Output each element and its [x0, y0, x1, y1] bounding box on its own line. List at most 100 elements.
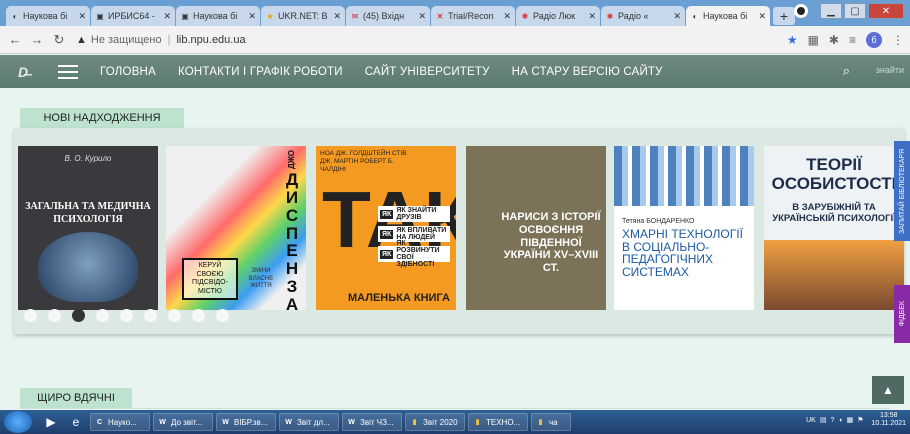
brain-image: [38, 232, 138, 302]
book-author: ДЖО ДИСПЕНЗА: [282, 150, 302, 310]
language-indicator[interactable]: UK: [806, 417, 816, 424]
forward-icon[interactable]: →: [28, 32, 46, 47]
clock[interactable]: 13:58 10.11.2021: [871, 412, 906, 429]
ie-icon[interactable]: e: [65, 413, 87, 431]
browser-tab[interactable]: ✱ Радіо « ✕: [601, 6, 685, 26]
carousel-dot[interactable]: [192, 309, 205, 322]
hamburger-menu-icon[interactable]: [58, 64, 78, 79]
toolbar-icons: ★ ▦ ✱ ≡ б ⋮: [787, 31, 904, 48]
section-title-new-arrivals: НОВІ НАДХОДЖЕННЯ: [20, 108, 184, 128]
taskbar-task[interactable]: W Звіт ЧЗ...: [342, 413, 402, 431]
feedback-tab[interactable]: ФІДБЕК: [894, 285, 910, 343]
address-bar[interactable]: ▲ Не защищено | lib.npu.edu.ua: [72, 30, 787, 50]
bookmark-star-icon[interactable]: ★: [787, 33, 798, 47]
close-window-button[interactable]: ✕: [868, 3, 904, 19]
close-icon[interactable]: ✕: [163, 11, 171, 22]
ie-icon: ◐: [692, 11, 698, 21]
search-icon[interactable]: ⌕: [843, 63, 850, 79]
tab-label: ИРБИС64 -: [108, 11, 155, 21]
media-player-icon[interactable]: ▶: [40, 413, 62, 431]
book-subtitle: МАЛЕНЬКА КНИГА: [348, 292, 450, 304]
main-content: НОВІ НАДХОДЖЕННЯ В. О. Курило ЗАГАЛЬНА Т…: [0, 88, 910, 410]
back-icon[interactable]: ←: [6, 32, 24, 47]
carousel-dot[interactable]: [144, 309, 157, 322]
close-icon[interactable]: ✕: [248, 11, 256, 22]
pixel-pattern: [614, 146, 754, 206]
tab-label: (45) Вхідн: [363, 11, 405, 21]
ask-librarian-label: ЗАПИТАЙ БІБЛІОТЕКАРЯ: [898, 148, 906, 234]
maximize-button[interactable]: ▢: [844, 3, 866, 19]
book-author-last: ДИСПЕНЗА: [285, 170, 299, 310]
nav-university-site[interactable]: САЙТ УНІВЕРСИТЕТУ: [365, 66, 490, 78]
taskbar-task[interactable]: ▮ ТЕХНО...: [468, 413, 528, 431]
insecure-label: Не защищено: [90, 33, 162, 46]
carousel-dot[interactable]: [24, 309, 37, 322]
reload-icon[interactable]: ↻: [50, 32, 68, 48]
task-label: ВІБР.зв...: [234, 417, 268, 427]
book-cover[interactable]: ДЖО ДИСПЕНЗА КЕРУЙ СВОЄЮ ПІДСВІДО-МІСТЮ …: [166, 146, 306, 310]
taskbar-task[interactable]: ▮ Звіт 2020: [405, 413, 465, 431]
folder-icon: ▮: [412, 419, 417, 426]
nav-contacts[interactable]: КОНТАКТИ І ГРАФІК РОБОТИ: [178, 66, 343, 78]
book-cover[interactable]: В. О. Курило ЗАГАЛЬНА ТА МЕДИЧНА ПСИХОЛО…: [18, 146, 158, 310]
ask-librarian-tab[interactable]: ЗАПИТАЙ БІБЛІОТЕКАРЯ: [894, 141, 910, 241]
radio-icon: ✱: [606, 11, 614, 21]
start-button[interactable]: [4, 411, 32, 433]
taskbar-task[interactable]: C Науко...: [90, 413, 150, 431]
profile-icon[interactable]: [794, 4, 808, 18]
taskbar-task[interactable]: ▮ ча: [531, 413, 571, 431]
book-title: КЕРУЙ СВОЄЮ ПІДСВІДО-МІСТЮ: [182, 258, 238, 300]
close-icon[interactable]: ✕: [78, 11, 86, 22]
avatar[interactable]: б: [866, 31, 882, 48]
help-icon[interactable]: ?: [830, 417, 834, 424]
browser-tab[interactable]: ✕ Trial/Recon ✕: [431, 6, 515, 26]
volume-icon[interactable]: ◖: [838, 417, 842, 424]
nav-home[interactable]: ГОЛОВНА: [100, 66, 156, 78]
url-text: lib.npu.edu.ua: [176, 33, 246, 46]
browser-tab[interactable]: ▣ Наукова бі ✕: [176, 6, 260, 26]
carousel-dot[interactable]: [168, 309, 181, 322]
book-cover[interactable]: НОА ДЖ. ГОЛДШТЕЙН СТІВ ДЖ. МАРТІН РОБЕРТ…: [316, 146, 456, 310]
browser-tab[interactable]: ★ UKR.NET: В ✕: [261, 6, 345, 26]
network-icon[interactable]: ▦: [847, 416, 854, 424]
puzzle-icon[interactable]: ✱: [829, 33, 839, 47]
browser-tab[interactable]: ✉ (45) Вхідн ✕: [346, 6, 430, 26]
close-icon[interactable]: ✕: [418, 11, 426, 22]
taskbar-task[interactable]: W До звіт...: [153, 413, 213, 431]
taskbar-task[interactable]: W Звіт дл...: [279, 413, 339, 431]
menu-icon[interactable]: ⋮: [892, 33, 904, 47]
browser-tab-active[interactable]: ◐ Наукова бі ✕: [686, 6, 770, 26]
extension-icon[interactable]: ▦: [808, 33, 819, 47]
search-link[interactable]: знайти: [876, 65, 904, 75]
minimize-button[interactable]: ▁: [820, 3, 842, 19]
tab-label: Trial/Recon: [448, 11, 494, 21]
keyboard-icon[interactable]: ▤: [820, 416, 827, 424]
carousel-dot[interactable]: [216, 309, 229, 322]
browser-tab[interactable]: ◐ Наукова бі ✕: [6, 6, 90, 26]
carousel-dot[interactable]: [72, 309, 85, 322]
carousel-dot[interactable]: [96, 309, 109, 322]
reading-list-icon[interactable]: ≡: [849, 33, 856, 47]
close-icon[interactable]: ✕: [333, 11, 341, 22]
nav-old-version[interactable]: НА СТАРУ ВЕРСІЮ САЙТУ: [512, 66, 663, 78]
close-icon[interactable]: ✕: [673, 11, 681, 22]
library-logo-icon[interactable]: D̶: [18, 64, 44, 80]
carousel-dot[interactable]: [48, 309, 61, 322]
close-icon[interactable]: ✕: [503, 11, 511, 22]
browser-tab[interactable]: ▣ ИРБИС64 - ✕: [91, 6, 175, 26]
book-cover[interactable]: НАРИСИ З ІСТОРІЇ ОСВОЄННЯ ПІВДЕННОЇ УКРА…: [466, 146, 606, 310]
word-icon: W: [159, 418, 166, 426]
close-icon[interactable]: ✕: [588, 11, 596, 22]
flag-icon[interactable]: ⚑: [857, 416, 863, 424]
carousel-dot[interactable]: [120, 309, 133, 322]
book-cover[interactable]: ТЕОРІЇ ОСОБИСТОСТІ В ЗАРУБІЖНІЙ ТА УКРАЇ…: [764, 146, 904, 310]
close-icon[interactable]: ✕: [758, 11, 766, 22]
warning-icon: ▲: [76, 33, 87, 46]
new-tab-button[interactable]: +: [773, 7, 795, 25]
book-title: ХМАРНІ ТЕХНОЛОГІЇ В СОЦІАЛЬНО-ПЕДАГОГІЧН…: [622, 227, 743, 279]
taskbar-task[interactable]: W ВІБР.зв...: [216, 413, 276, 431]
book-cover[interactable]: Тетяна БОНДАРЕНКО ХМАРНІ ТЕХНОЛОГІЇ В СО…: [614, 146, 754, 310]
scroll-top-button[interactable]: ▲: [872, 376, 904, 404]
book-author: В. О. Курило: [64, 154, 112, 163]
browser-tab[interactable]: ✱ Радіо Люк ✕: [516, 6, 600, 26]
